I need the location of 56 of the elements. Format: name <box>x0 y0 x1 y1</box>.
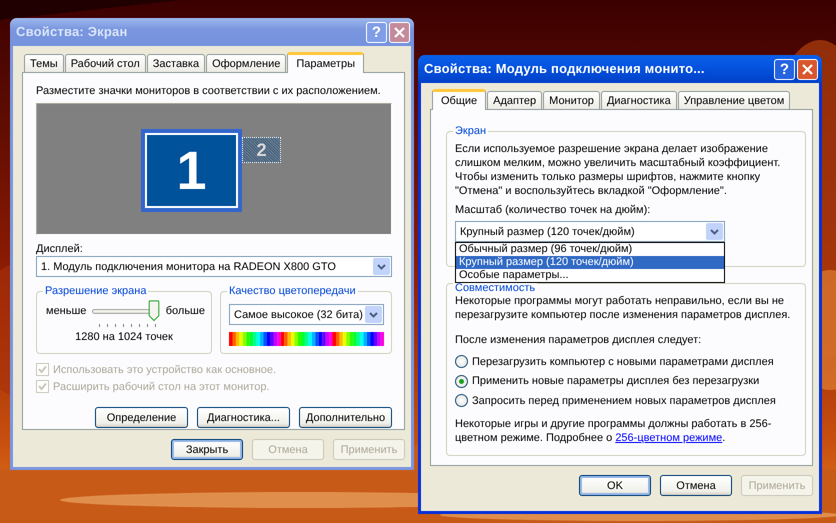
slider-max-label: больше <box>166 304 205 318</box>
close-icon <box>801 62 814 76</box>
group-title: Экран <box>453 124 488 138</box>
note-text: Некоторые игры и другие программы должны работать в 256-цветном режиме. Подробнее о 256-цветном режиме. <box>455 416 772 444</box>
radio-button[interactable] <box>455 355 468 368</box>
dialog-button[interactable]: Закрыть <box>171 439 243 460</box>
tab[interactable]: Оформление <box>206 54 286 72</box>
close-button[interactable] <box>797 58 818 80</box>
window-title: Свойства: Модуль подключения монито... <box>424 62 706 76</box>
caret-icon <box>706 223 723 240</box>
instruction-text: Разместите значки мониторов в соответствии с их расположением. <box>36 84 382 98</box>
tab[interactable]: Диагностика <box>600 91 677 109</box>
radio-label: Запросить перед применением новых параметров дисплея <box>472 394 776 408</box>
dialog-button[interactable]: Отмена <box>660 475 732 496</box>
tab[interactable]: Темы <box>24 54 64 72</box>
window-title: Свойства: Экран <box>16 25 129 39</box>
field-label: Дисплей: <box>36 242 84 256</box>
caret-icon <box>373 258 390 275</box>
color-quality-dropdown[interactable]: Самое высокое (32 бита) <box>229 304 384 325</box>
group-title: Качество цветопередачи <box>227 284 358 298</box>
dialog-button[interactable]: Диагностика... <box>197 407 290 428</box>
tab[interactable]: Рабочий стол <box>64 54 146 72</box>
slider-min-label: меньше <box>46 304 86 318</box>
close-button[interactable] <box>389 22 410 42</box>
help-link[interactable]: 256-цветном режиме <box>615 432 722 444</box>
dropdown-option[interactable]: Крупный размер (120 точек/дюйм) <box>456 256 724 269</box>
radio-button[interactable] <box>455 394 468 408</box>
group-title: Разрешение экрана <box>43 284 148 298</box>
dropdown-option[interactable]: Обычный размер (96 точек/дюйм) <box>456 243 724 256</box>
tab[interactable]: Адаптер <box>487 91 542 109</box>
radio-label: Перезагрузить компьютер с новыми параметрами дисплея <box>472 354 774 369</box>
field-label: После изменения параметров дисплея следует: <box>455 333 702 347</box>
close-icon <box>393 26 406 38</box>
display-dropdown[interactable]: 1. Модуль подключения монитора на RADEON X800 GTO <box>36 256 392 277</box>
dialog-button[interactable]: Определение <box>95 407 188 428</box>
description-text: Если используемое разрешение экрана делает изображение слишком мелким, можно увеличить масштабный коэффициент. Чтобы изменить только размеры шрифтов, нажмите кнопку "Отмена" и воспользуйтесь вкладкой "Оформление". <box>455 142 782 198</box>
caret-icon <box>365 306 382 323</box>
help-button[interactable]: ? <box>774 58 795 80</box>
radio-label: Применить новые параметры дисплея без перезагрузки <box>472 374 760 388</box>
tab[interactable]: Монитор <box>543 91 600 109</box>
dialog-button[interactable]: OK <box>579 475 651 496</box>
tab[interactable]: Заставка <box>146 54 206 72</box>
tab[interactable]: Управление цветом <box>678 91 790 109</box>
resolution-slider[interactable] <box>92 300 160 322</box>
description-text: Некоторые программы могут работать неправильно, если вы не перезагрузите компьютер после изменения параметров дисплея. <box>455 294 792 322</box>
checkbox-label: Использовать это устройство как основное. <box>53 362 276 376</box>
resolution-reading: 1280 на 1024 точек <box>74 330 174 344</box>
slider-thumb[interactable] <box>149 300 160 322</box>
monitor-tile[interactable]: 2 <box>242 137 281 163</box>
tab[interactable]: Параметры <box>287 52 364 73</box>
dropdown-option[interactable]: Особые параметры... <box>456 269 724 282</box>
radio-button[interactable] <box>455 374 468 388</box>
field-label: Масштаб (количество точек на дюйм): <box>455 203 652 217</box>
checkbox-label: Расширить рабочий стол на этот монитор. <box>53 380 270 394</box>
dialog-button[interactable]: Дополнительно <box>299 407 392 428</box>
tab[interactable]: Общие <box>432 89 486 110</box>
